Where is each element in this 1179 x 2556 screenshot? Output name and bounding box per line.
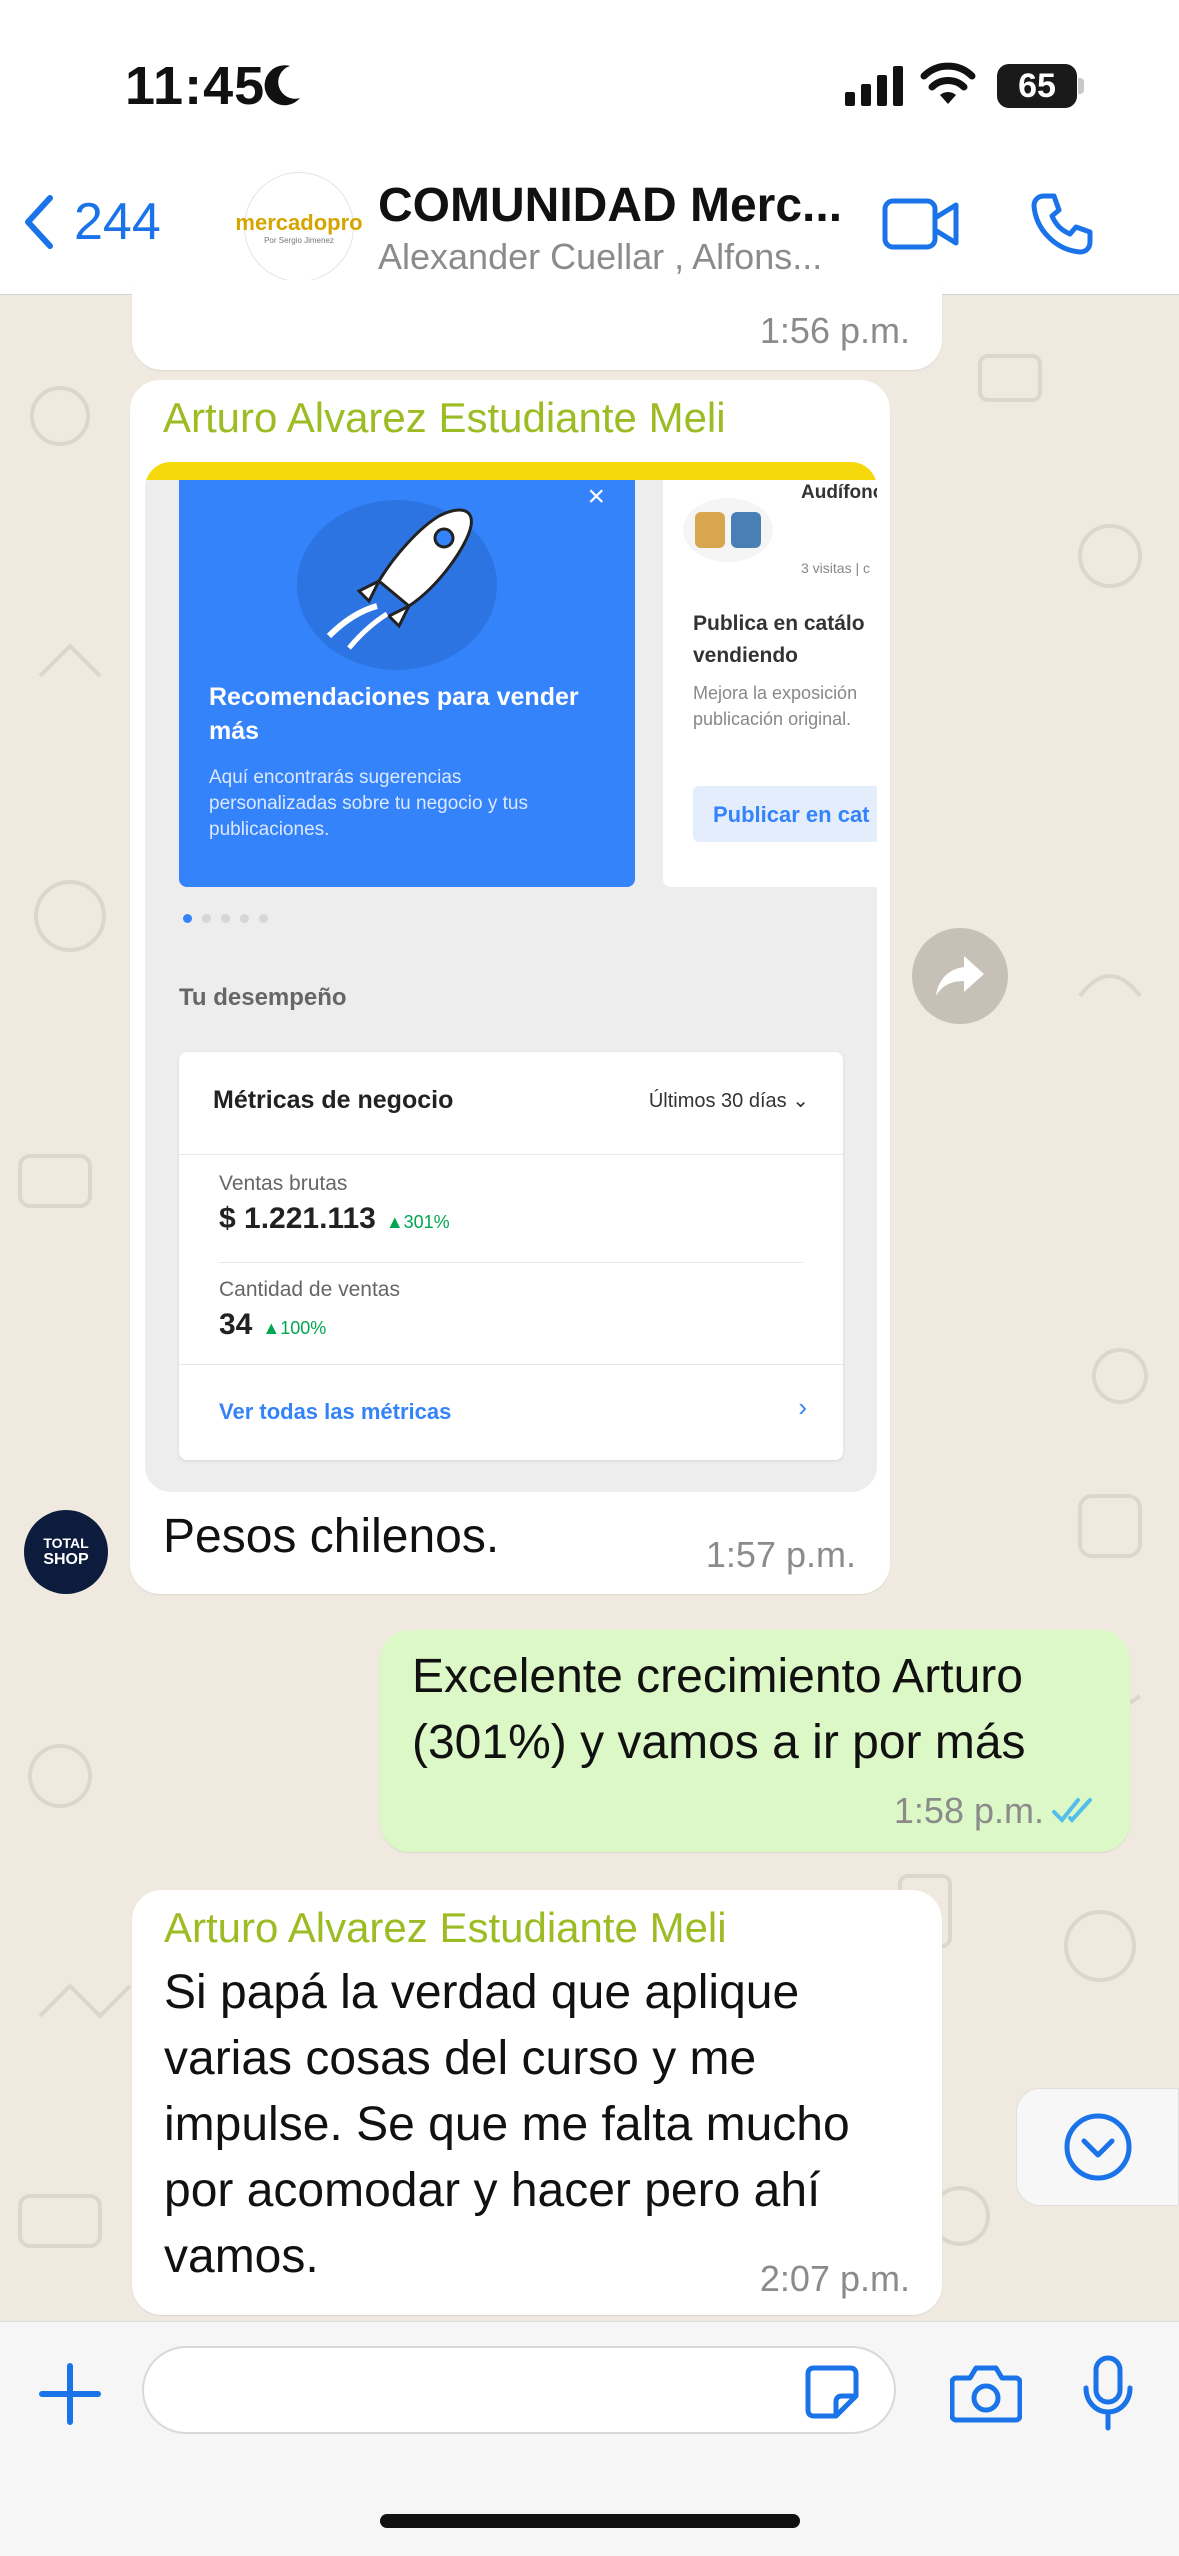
gross-sales-label: Ventas brutas [219, 1172, 348, 1195]
video-call-icon[interactable] [882, 196, 960, 252]
recommendations-card: × Recomendaciones para vender más Aquí e… [179, 480, 635, 887]
sticker-icon[interactable] [804, 2364, 860, 2420]
catalog-title: Publica en catálo vendiendo [693, 612, 865, 667]
message-time: 2:07 p.m. [759, 2258, 910, 2299]
message-caption: Pesos chilenos. [163, 1510, 500, 1563]
banner-title: Recomendaciones para vender más [209, 683, 579, 745]
metrics-range: Últimos 30 días ⌄ [648, 1090, 809, 1112]
avatar-text-2: SHOP [43, 1551, 89, 1568]
avatar-logo: mercadopro [235, 209, 363, 235]
sender-avatar[interactable]: TOTAL SHOP [24, 1510, 108, 1594]
avatar-tagline: Por Sergio Jimenez [264, 235, 334, 245]
rocket-icon [326, 508, 473, 650]
message-time: 1:57 p.m. [705, 1534, 856, 1575]
plus-icon[interactable] [38, 2362, 102, 2426]
moon-icon [264, 65, 300, 106]
message-input[interactable] [142, 2346, 896, 2434]
message-text: Si papá la verdad que aplique varias cos… [164, 1966, 850, 2283]
performance-heading: Tu desempeño [179, 984, 347, 1011]
shared-image[interactable]: × Recomendaciones para vender más Aquí e… [145, 462, 877, 1492]
message-bubble-incoming[interactable]: Arturo Alvarez Estudiante Meli Si papá l… [132, 1890, 942, 2315]
catalog-description: Mejora la exposición publicación origina… [693, 683, 858, 729]
message-bubble-outgoing[interactable]: Excelente crecimiento Arturo (301%) y va… [380, 1630, 1130, 1852]
carousel-dots [183, 914, 268, 923]
chat-header: 244 mercadopro Por Sergio Jimenez COMUNI… [0, 170, 1179, 295]
message-text: Excelente crecimiento Arturo (301%) y va… [412, 1650, 1026, 1769]
close-icon: × [587, 480, 605, 513]
publish-catalog-button: Publicar en cat [693, 786, 877, 842]
back-button[interactable]: 244 [22, 192, 161, 252]
gross-sales-value: $ 1.221.113 ▲301% [219, 1202, 450, 1235]
chat-participants[interactable]: Alexander Cuellar , Alfons... [378, 236, 822, 278]
metrics-card: Métricas de negocio Últimos 30 días ⌄ Ve… [179, 1052, 843, 1460]
all-metrics-link: Ver todas las métricas [219, 1399, 452, 1424]
catalog-card: Audífono Moxom 3 visitas | c Publica en … [663, 480, 877, 887]
chevron-right-icon: › [798, 1392, 807, 1422]
scroll-to-bottom-button[interactable] [1016, 2088, 1179, 2206]
status-time: 11:45 [125, 56, 266, 116]
chevron-down-circle-icon [1064, 2113, 1131, 2181]
metrics-title: Métricas de negocio [213, 1086, 454, 1114]
sales-count-value: 34 ▲100% [219, 1308, 327, 1341]
avatar-text-1: TOTAL [43, 1535, 89, 1551]
home-indicator [380, 2514, 800, 2528]
message-bubble-incoming[interactable]: 1:56 p.m. [132, 280, 942, 370]
banner-description: Aquí encontrarás sugerencias personaliza… [209, 767, 528, 840]
meli-header-band [145, 462, 877, 480]
phone-icon[interactable] [1030, 192, 1094, 256]
battery-level: 65 [997, 64, 1077, 108]
forward-button[interactable] [912, 928, 1008, 1024]
unread-count: 244 [74, 193, 161, 251]
group-avatar[interactable]: mercadopro Por Sergio Jimenez [235, 172, 363, 282]
product-visits: 3 visitas | c [801, 560, 870, 576]
product-name: Audífono Moxom [801, 482, 877, 503]
microphone-icon[interactable] [1080, 2354, 1136, 2434]
signal-icon [845, 66, 903, 106]
chat-title[interactable]: COMUNIDAD Merc... [378, 178, 842, 233]
camera-icon[interactable] [950, 2364, 1022, 2424]
chevron-left-icon [25, 195, 53, 249]
forward-icon [936, 956, 984, 996]
message-time: 1:58 p.m. [893, 1790, 1044, 1831]
battery-nub [1078, 78, 1084, 94]
product-thumbnail [683, 498, 773, 562]
read-receipt-icon [1052, 1798, 1092, 1823]
sender-name[interactable]: Arturo Alvarez Estudiante Meli [164, 1904, 727, 1952]
status-bar: 11:45 65 [0, 0, 1179, 170]
sales-count-label: Cantidad de ventas [219, 1278, 400, 1301]
sender-name[interactable]: Arturo Alvarez Estudiante Meli [163, 394, 726, 442]
message-time: 1:56 p.m. [759, 310, 910, 351]
wifi-icon [920, 62, 976, 104]
